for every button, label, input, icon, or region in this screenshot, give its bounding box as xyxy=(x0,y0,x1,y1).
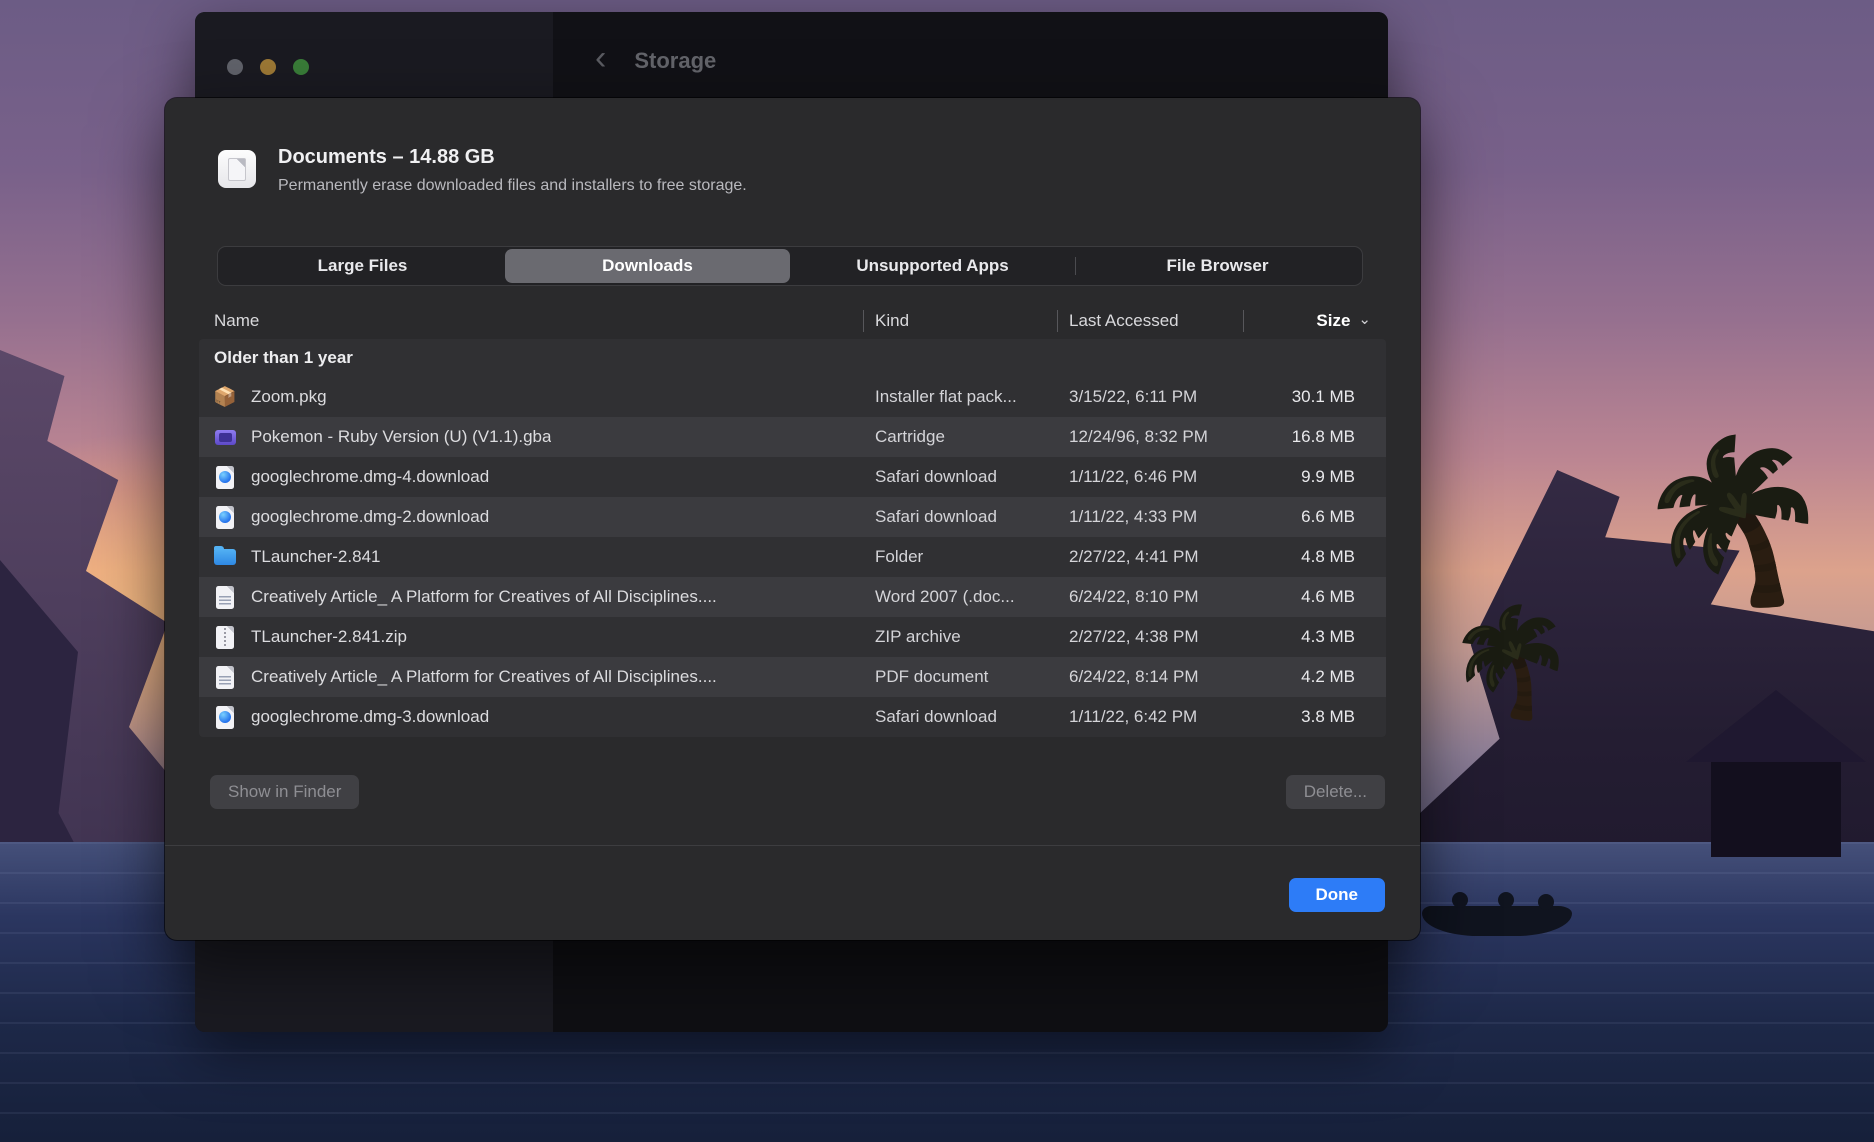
file-name: Zoom.pkg xyxy=(251,387,327,407)
file-name-cell: TLauncher-2.841.zip xyxy=(214,625,863,649)
tab-bar: Large FilesDownloadsUnsupported AppsFile… xyxy=(217,246,1363,286)
safari-download-icon xyxy=(214,465,236,489)
file-last-accessed: 6/24/22, 8:10 PM xyxy=(1057,587,1243,607)
tab-unsupported-apps[interactable]: Unsupported Apps xyxy=(790,249,1075,283)
file-size: 3.8 MB xyxy=(1243,707,1371,727)
table-row[interactable]: Creatively Article_ A Platform for Creat… xyxy=(199,657,1386,697)
safari-download-icon xyxy=(214,705,236,729)
file-size: 4.8 MB xyxy=(1243,547,1371,567)
dialog-header: Documents – 14.88 GB Permanently erase d… xyxy=(218,146,747,195)
file-kind: Installer flat pack... xyxy=(863,387,1057,407)
zip-icon xyxy=(214,625,236,649)
folder-icon xyxy=(214,545,236,569)
section-header: Older than 1 year xyxy=(199,339,1386,377)
file-last-accessed: 3/15/22, 6:11 PM xyxy=(1057,387,1243,407)
table-row[interactable]: Creatively Article_ A Platform for Creat… xyxy=(199,577,1386,617)
table-header: Name Kind Last Accessed Size ⌄ xyxy=(199,303,1386,339)
file-last-accessed: 6/24/22, 8:14 PM xyxy=(1057,667,1243,687)
tab-large-files[interactable]: Large Files xyxy=(220,249,505,283)
cartridge-icon xyxy=(214,425,236,449)
file-name-cell: googlechrome.dmg-3.download xyxy=(214,705,863,729)
table-row[interactable]: TLauncher-2.841.zip ZIP archive2/27/22, 4… xyxy=(199,617,1386,657)
safari-download-icon xyxy=(214,505,236,529)
file-kind: Safari download xyxy=(863,507,1057,527)
dialog-subtitle: Permanently erase downloaded files and i… xyxy=(278,177,747,195)
table-row[interactable]: Pokemon - Ruby Version (U) (V1.1).gba Car… xyxy=(199,417,1386,457)
documents-icon xyxy=(218,150,256,188)
file-name: Creatively Article_ A Platform for Creat… xyxy=(251,667,717,687)
column-header-size-label: Size xyxy=(1316,311,1350,331)
tab-file-browser[interactable]: File Browser xyxy=(1075,249,1360,283)
file-kind: Word 2007 (.doc... xyxy=(863,587,1057,607)
file-kind: Folder xyxy=(863,547,1057,567)
action-buttons: Show in Finder Delete... xyxy=(210,775,1385,809)
column-header-name[interactable]: Name xyxy=(214,311,863,331)
file-size: 6.6 MB xyxy=(1243,507,1371,527)
file-name: googlechrome.dmg-3.download xyxy=(251,707,489,727)
file-name-cell: Creatively Article_ A Platform for Creat… xyxy=(214,585,863,609)
file-last-accessed: 2/27/22, 4:38 PM xyxy=(1057,627,1243,647)
file-name-cell: Creatively Article_ A Platform for Creat… xyxy=(214,665,863,689)
file-last-accessed: 12/24/96, 8:32 PM xyxy=(1057,427,1243,447)
file-name: Pokemon - Ruby Version (U) (V1.1).gba xyxy=(251,427,551,447)
palm-tree-icon: 🌴 xyxy=(1440,595,1581,729)
table-row[interactable]: TLauncher-2.841 Folder2/27/22, 4:41 PM4.8… xyxy=(199,537,1386,577)
file-size: 30.1 MB xyxy=(1243,387,1371,407)
show-in-finder-button[interactable]: Show in Finder xyxy=(210,775,359,809)
file-kind: Safari download xyxy=(863,467,1057,487)
file-name: Creatively Article_ A Platform for Creat… xyxy=(251,587,717,607)
table-row[interactable]: googlechrome.dmg-3.download Safari downlo… xyxy=(199,697,1386,737)
file-kind: Cartridge xyxy=(863,427,1057,447)
file-last-accessed: 1/11/22, 6:42 PM xyxy=(1057,707,1243,727)
desktop: 🌴 🌴 ‹ Storage Documents – 14.88 GB Perma… xyxy=(0,0,1874,1142)
file-size: 16.8 MB xyxy=(1243,427,1371,447)
file-name-cell: 📦 Zoom.pkg xyxy=(214,385,863,409)
table-row[interactable]: 📦 Zoom.pkg Installer flat pack...3/15/22, … xyxy=(199,377,1386,417)
column-header-size[interactable]: Size ⌄ xyxy=(1243,311,1371,331)
palm-tree-icon: 🌴 xyxy=(1626,420,1844,627)
table-row[interactable]: googlechrome.dmg-4.download Safari downlo… xyxy=(199,457,1386,497)
file-kind: PDF document xyxy=(863,667,1057,687)
file-kind: Safari download xyxy=(863,707,1057,727)
pdf-doc-icon xyxy=(214,665,236,689)
file-kind: ZIP archive xyxy=(863,627,1057,647)
package-icon: 📦 xyxy=(214,385,236,409)
wallpaper-hut xyxy=(1686,690,1866,857)
sort-chevron-icon: ⌄ xyxy=(1358,310,1371,328)
column-header-last-accessed[interactable]: Last Accessed xyxy=(1057,311,1243,331)
file-name-cell: googlechrome.dmg-4.download xyxy=(214,465,863,489)
file-last-accessed: 2/27/22, 4:41 PM xyxy=(1057,547,1243,567)
file-size: 9.9 MB xyxy=(1243,467,1371,487)
file-last-accessed: 1/11/22, 4:33 PM xyxy=(1057,507,1243,527)
done-button[interactable]: Done xyxy=(1289,878,1386,912)
column-header-kind[interactable]: Kind xyxy=(863,311,1057,331)
file-last-accessed: 1/11/22, 6:46 PM xyxy=(1057,467,1243,487)
footer-divider xyxy=(165,845,1420,846)
dialog-title: Documents – 14.88 GB xyxy=(278,146,747,169)
delete-button[interactable]: Delete... xyxy=(1286,775,1385,809)
word-doc-icon xyxy=(214,585,236,609)
storage-documents-dialog: Documents – 14.88 GB Permanently erase d… xyxy=(165,98,1420,940)
file-name: googlechrome.dmg-4.download xyxy=(251,467,489,487)
file-name-cell: googlechrome.dmg-2.download xyxy=(214,505,863,529)
file-name-cell: Pokemon - Ruby Version (U) (V1.1).gba xyxy=(214,425,863,449)
file-name: TLauncher-2.841.zip xyxy=(251,627,407,647)
wallpaper-boat xyxy=(1422,906,1572,936)
file-name: googlechrome.dmg-2.download xyxy=(251,507,489,527)
file-size: 4.2 MB xyxy=(1243,667,1371,687)
file-size: 4.3 MB xyxy=(1243,627,1371,647)
table-row[interactable]: googlechrome.dmg-2.download Safari downlo… xyxy=(199,497,1386,537)
file-name-cell: TLauncher-2.841 xyxy=(214,545,863,569)
file-table: Older than 1 year 📦 Zoom.pkg Installer fla… xyxy=(199,339,1386,737)
tab-downloads[interactable]: Downloads xyxy=(505,249,790,283)
file-name: TLauncher-2.841 xyxy=(251,547,380,567)
table-body: 📦 Zoom.pkg Installer flat pack...3/15/22, … xyxy=(199,377,1386,737)
file-size: 4.6 MB xyxy=(1243,587,1371,607)
